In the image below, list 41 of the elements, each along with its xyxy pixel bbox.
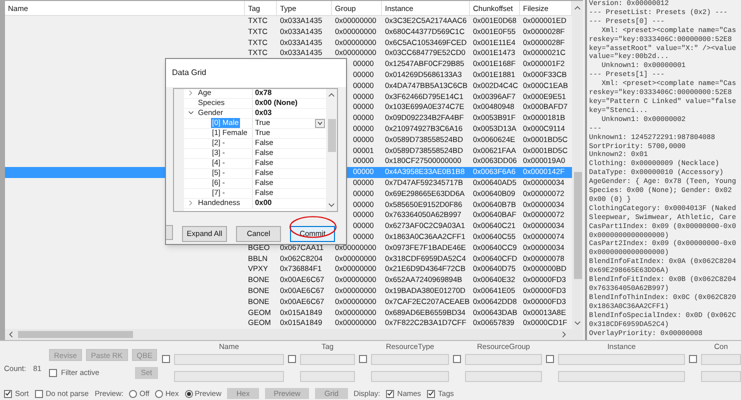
input-field[interactable] (465, 371, 542, 382)
checkbox[interactable] (427, 390, 436, 398)
scroll-right-icon[interactable] (560, 331, 567, 338)
scroll-down-icon[interactable] (574, 319, 581, 326)
input-field[interactable] (174, 371, 284, 382)
scroll-up-icon[interactable] (328, 92, 335, 99)
chevron-right-icon[interactable] (188, 200, 194, 206)
input-field[interactable] (174, 354, 284, 365)
checkbox[interactable] (359, 355, 367, 363)
checkbox[interactable] (162, 355, 170, 363)
input-field[interactable] (558, 371, 685, 382)
scrollbar-thumb[interactable] (18, 331, 133, 338)
scroll-left-icon[interactable] (8, 331, 15, 338)
chevron-down-icon[interactable] (188, 110, 194, 116)
checkbox[interactable] (453, 355, 461, 363)
checkbox[interactable] (34, 390, 43, 398)
input-field[interactable] (300, 354, 355, 365)
input-field[interactable] (371, 354, 449, 365)
checkbox[interactable] (288, 355, 296, 363)
input-field[interactable] (701, 371, 741, 382)
input-field[interactable] (371, 371, 449, 382)
checkbox[interactable] (386, 390, 394, 398)
input-field[interactable] (465, 354, 542, 365)
radio-button[interactable] (129, 390, 138, 398)
input-field[interactable] (300, 371, 355, 382)
input-field[interactable] (701, 354, 741, 365)
checkbox[interactable] (546, 355, 554, 363)
radio-button[interactable] (155, 390, 164, 398)
scroll-up-icon[interactable] (574, 5, 581, 12)
chevron-right-icon[interactable] (188, 90, 194, 96)
input-field[interactable] (558, 354, 685, 365)
dialog-title: Data Grid (172, 66, 206, 79)
annotation-ellipse (289, 216, 337, 238)
scrollbar-thumb[interactable] (574, 172, 582, 279)
scroll-down-icon[interactable] (328, 201, 335, 208)
radio-button[interactable] (184, 390, 193, 398)
dropdown-icon[interactable] (315, 118, 325, 128)
checkbox[interactable] (4, 390, 12, 398)
checkbox[interactable] (689, 355, 697, 363)
scrollbar-thumb[interactable] (328, 118, 336, 152)
checkbox[interactable] (49, 369, 57, 377)
